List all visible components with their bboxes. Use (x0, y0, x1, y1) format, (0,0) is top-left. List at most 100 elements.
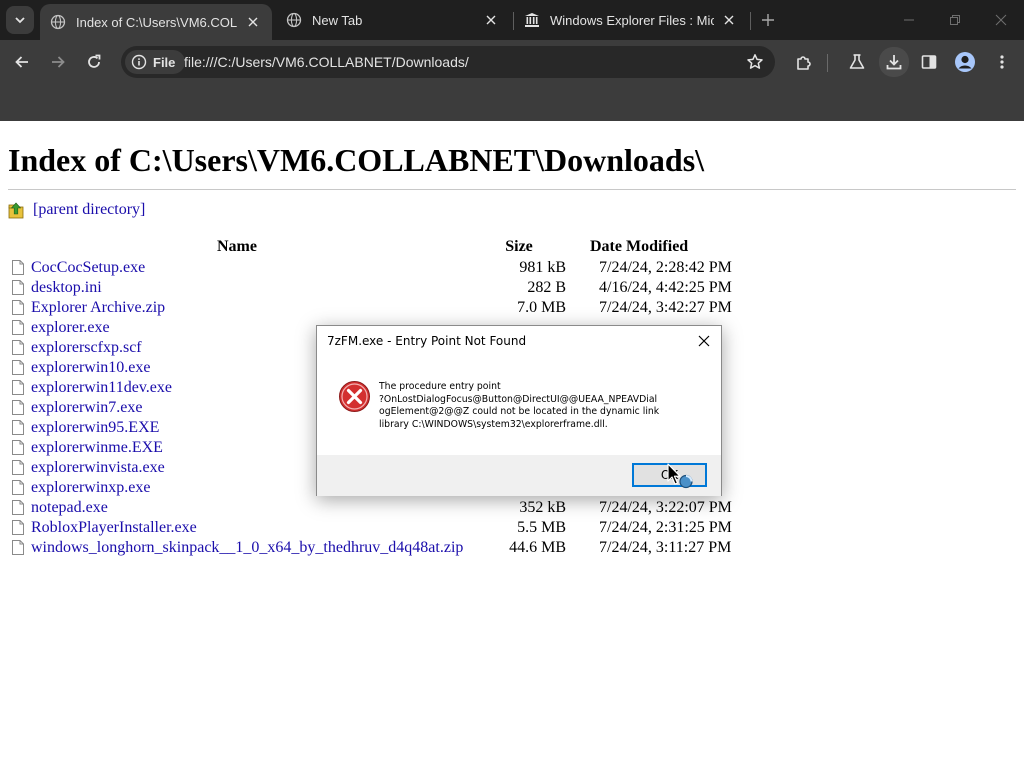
dialog-title: 7zFM.exe - Entry Point Not Found (327, 334, 527, 348)
file-date: 7/24/24, 3:11:27 PM (599, 539, 732, 556)
file-icon (12, 260, 24, 275)
tab-index[interactable]: Index of C:\Users\VM6.COLLAB (40, 4, 272, 40)
file-link[interactable]: windows_longhorn_skinpack__1_0_x64_by_th… (31, 539, 463, 556)
file-link[interactable]: explorerwin95.EXE (31, 419, 159, 436)
address-bar[interactable]: File file:///C:/Users/VM6.COLLABNET/Down… (121, 46, 775, 78)
tab-archive[interactable]: Windows Explorer Files : Micro (514, 0, 748, 40)
file-size: 282 B (527, 279, 566, 296)
column-header-date[interactable]: Date Modified (566, 236, 732, 258)
bookmark-star-button[interactable] (743, 50, 767, 74)
cursor-busy-icon (667, 463, 693, 489)
file-icon (12, 460, 24, 475)
page-title: Index of C:\Users\VM6.COLLABNET\Download… (8, 142, 705, 178)
file-date: 7/24/24, 2:31:25 PM (599, 519, 732, 536)
table-row: RobloxPlayerInstaller.exe 5.5 MB 7/24/24, … (8, 518, 732, 538)
column-header-size[interactable]: Size (466, 236, 566, 258)
file-link[interactable]: RobloxPlayerInstaller.exe (31, 519, 197, 536)
file-link[interactable]: explorer.exe (31, 319, 110, 336)
file-link[interactable]: explorerwinxp.exe (31, 479, 151, 496)
error-dialog: 7zFM.exe - Entry Point Not Found The pro… (316, 325, 722, 496)
file-icon (12, 400, 24, 415)
divider (8, 189, 1016, 190)
file-link[interactable]: desktop.ini (31, 279, 102, 296)
tab-new-tab[interactable]: New Tab (276, 0, 510, 40)
file-name-cell: desktop.ini (8, 278, 466, 298)
file-icon (12, 540, 24, 555)
new-tab-button[interactable] (758, 10, 778, 30)
download-icon (886, 55, 902, 70)
side-panel-icon (921, 55, 937, 69)
site-info-chip[interactable]: File (125, 50, 186, 74)
table-row: Explorer Archive.zip 7.0 MB 7/24/24, 3:42:… (8, 298, 732, 318)
close-window-button[interactable] (978, 0, 1024, 40)
parent-directory-row: [parent directory] (8, 200, 145, 220)
file-icon (12, 360, 24, 375)
file-link[interactable]: CocCocSetup.exe (31, 259, 145, 276)
browser-toolbar: File file:///C:/Users/VM6.COLLABNET/Down… (0, 40, 1024, 84)
globe-icon (286, 12, 302, 28)
file-size: 7.0 MB (517, 299, 566, 316)
table-row: desktop.ini 282 B 4/16/24, 4:42:25 PM (8, 278, 732, 298)
close-tab-icon[interactable] (482, 11, 500, 29)
file-date: 7/24/24, 3:42:27 PM (599, 299, 732, 316)
profile-button[interactable] (951, 48, 979, 76)
archive-icon (524, 12, 540, 28)
restore-button[interactable] (932, 0, 978, 40)
flask-icon (849, 54, 865, 69)
minimize-button[interactable] (886, 0, 932, 40)
column-header-name[interactable]: Name (8, 236, 466, 258)
file-link[interactable]: explorerscfxp.scf (31, 339, 142, 356)
reload-button[interactable] (80, 48, 108, 76)
side-panel-button[interactable] (915, 48, 943, 76)
globe-icon (50, 14, 66, 30)
dialog-footer: OK (317, 455, 721, 496)
table-header-row: Name Size Date Modified (8, 236, 732, 258)
folder-up-icon (8, 202, 24, 218)
file-link[interactable]: explorerwinvista.exe (31, 459, 165, 476)
dialog-close-button[interactable] (693, 330, 715, 352)
file-name-cell: Explorer Archive.zip (8, 298, 466, 318)
extensions-button[interactable] (790, 48, 818, 76)
error-icon (338, 380, 371, 417)
more-vert-icon (1000, 55, 1004, 69)
restore-icon (950, 15, 960, 25)
close-tab-icon[interactable] (244, 13, 262, 31)
file-link[interactable]: explorerwin7.exe (31, 399, 143, 416)
file-link[interactable]: notepad.exe (31, 499, 108, 516)
file-icon (12, 420, 24, 435)
url-text[interactable]: file:///C:/Users/VM6.COLLABNET/Downloads… (184, 46, 469, 78)
file-icon (12, 520, 24, 535)
labs-button[interactable] (843, 48, 871, 76)
tab-title: New Tab (312, 12, 363, 28)
puzzle-icon (797, 56, 811, 70)
file-size: 44.6 MB (509, 539, 566, 556)
minimize-icon (904, 19, 914, 21)
menu-button[interactable] (988, 48, 1016, 76)
toolbar-separator (827, 54, 828, 72)
parent-directory-link[interactable]: [parent directory] (33, 201, 145, 219)
file-size: 981 kB (519, 259, 566, 276)
arrow-left-icon (15, 56, 28, 68)
table-row: windows_longhorn_skinpack__1_0_x64_by_th… (8, 538, 732, 558)
arrow-right-icon (52, 56, 65, 68)
forward-button[interactable] (44, 48, 72, 76)
tab-title: Windows Explorer Files : Micro (550, 12, 714, 28)
file-name-cell: CocCocSetup.exe (8, 258, 466, 278)
tab-separator (750, 12, 751, 30)
downloads-button[interactable] (879, 47, 909, 77)
back-button[interactable] (8, 48, 36, 76)
file-link[interactable]: explorerwinme.EXE (31, 439, 163, 456)
file-size: 5.5 MB (517, 519, 566, 536)
file-icon (12, 500, 24, 515)
tab-strip: Index of C:\Users\VM6.COLLAB New Tab Win… (0, 0, 1024, 40)
file-icon (12, 340, 24, 355)
close-tab-icon[interactable] (720, 11, 738, 29)
file-link[interactable]: Explorer Archive.zip (31, 299, 165, 316)
tab-search-button[interactable] (6, 6, 34, 34)
bookmark-bar (0, 84, 1024, 121)
file-date: 4/16/24, 4:42:25 PM (599, 279, 732, 296)
dialog-message: The procedure entry point ?OnLostDialogF… (379, 381, 660, 430)
file-name-cell: notepad.exe (8, 498, 466, 518)
file-link[interactable]: explorerwin10.exe (31, 359, 151, 376)
file-link[interactable]: explorerwin11dev.exe (31, 379, 172, 396)
